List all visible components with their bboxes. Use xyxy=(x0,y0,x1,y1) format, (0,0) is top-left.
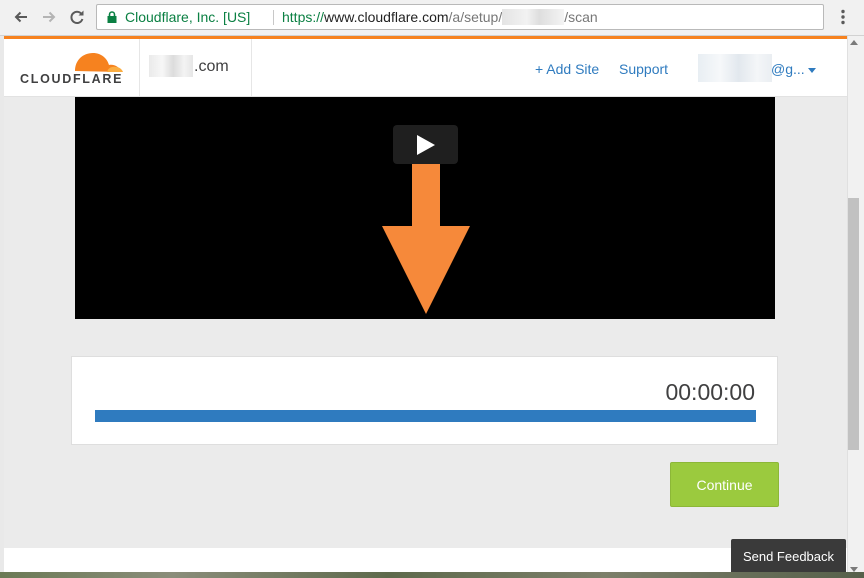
redacted-zone-id xyxy=(502,9,565,26)
zone-name-suffix: .com xyxy=(194,58,229,75)
logo-wordmark: CLOUDFLARE xyxy=(20,72,124,86)
play-icon xyxy=(417,135,435,155)
url-host: www.cloudflare.com xyxy=(324,9,449,25)
redacted-user-email xyxy=(698,54,772,82)
page-viewport: CLOUDFLARE .com + Add Site Support @g...… xyxy=(4,36,847,578)
main-content: 00:00:00 Continue xyxy=(4,97,847,548)
scan-progress-bar xyxy=(95,410,756,422)
user-menu[interactable]: @g... xyxy=(771,61,805,77)
continue-button[interactable]: Continue xyxy=(670,462,779,507)
address-bar[interactable]: Cloudflare, Inc. [US] https://www.cloudf… xyxy=(96,4,824,30)
scrollbar-thumb[interactable] xyxy=(848,198,859,450)
reload-button[interactable] xyxy=(66,6,88,28)
forward-arrow-icon xyxy=(43,11,56,23)
play-button[interactable] xyxy=(393,125,458,164)
redacted-zone-name xyxy=(149,55,193,77)
scan-timer: 00:00:00 xyxy=(665,379,755,405)
url-path-end: /scan xyxy=(564,9,598,25)
url-text: https://www.cloudflare.com/a/setup/ /scan xyxy=(282,5,598,29)
desktop-background xyxy=(0,572,864,578)
forward-button[interactable] xyxy=(38,6,60,28)
menu-dots-icon[interactable] xyxy=(834,8,852,26)
back-arrow-icon xyxy=(14,11,27,23)
scan-progress-card: 00:00:00 xyxy=(71,356,778,445)
add-site-link[interactable]: + Add Site xyxy=(535,61,599,77)
scroll-up-icon[interactable] xyxy=(850,40,858,45)
url-scheme: https:// xyxy=(282,9,325,25)
header-divider xyxy=(139,39,140,96)
header-divider xyxy=(251,39,252,96)
reload-icon xyxy=(70,10,84,24)
lock-icon xyxy=(107,11,117,23)
send-feedback-button[interactable]: Send Feedback xyxy=(731,539,846,573)
support-link[interactable]: Support xyxy=(619,61,668,77)
back-button[interactable] xyxy=(10,6,32,28)
url-path-start: /a/setup/ xyxy=(448,9,503,25)
video-player[interactable] xyxy=(75,97,775,319)
ev-certificate-name: Cloudflare, Inc. [US] xyxy=(125,9,251,25)
site-header: CLOUDFLARE .com + Add Site Support @g... xyxy=(4,39,847,97)
chevron-down-icon[interactable] xyxy=(808,68,816,73)
orange-down-arrow xyxy=(382,164,470,314)
omnibox-separator xyxy=(273,10,274,25)
browser-toolbar: Cloudflare, Inc. [US] https://www.cloudf… xyxy=(0,0,864,36)
